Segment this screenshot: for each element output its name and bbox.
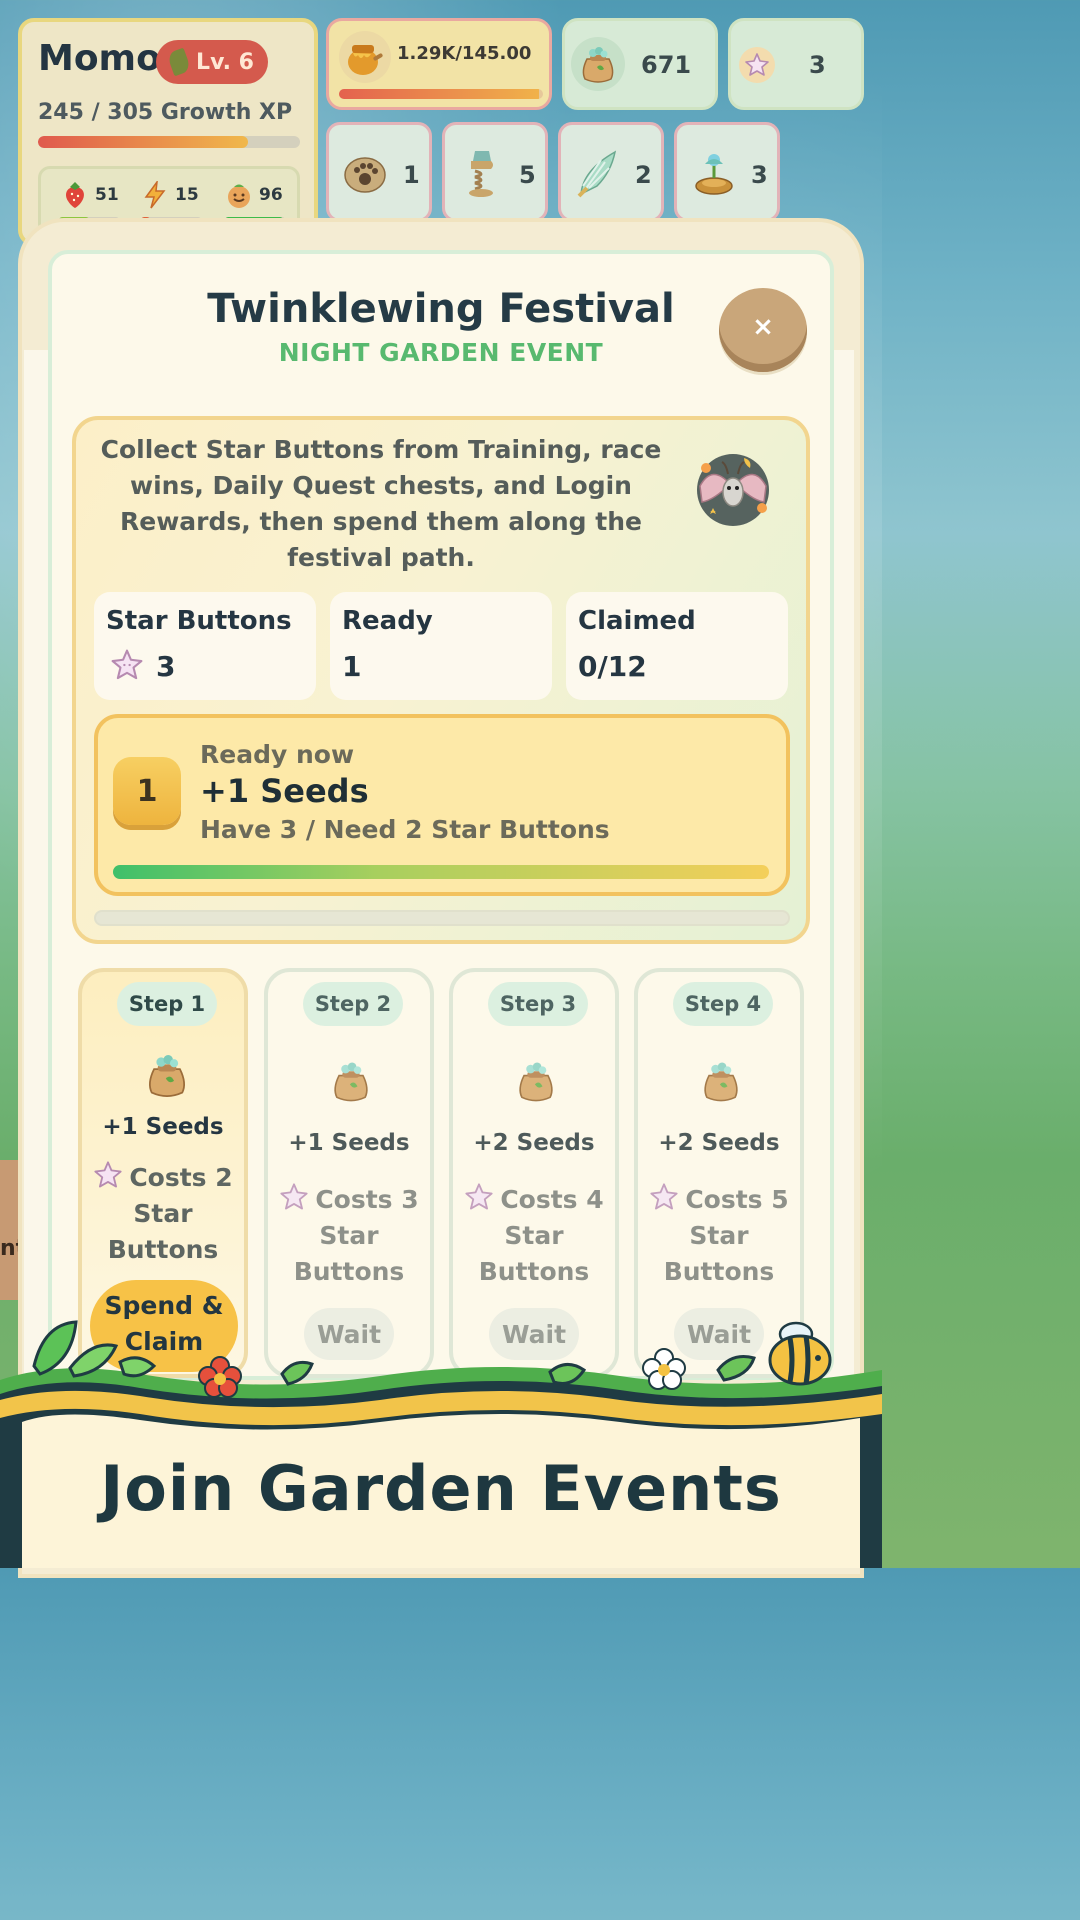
seeds-resource-card[interactable]: 671 [562,18,718,110]
bee-icon [768,1321,832,1386]
star-button-icon [110,648,144,686]
item-card-flower-disc[interactable]: 3 [674,122,780,222]
star-buttons-count: 3 [809,51,826,79]
stat-box-value: 0/12 [578,650,647,683]
flower-disc-icon [689,147,739,199]
growth-xp-text: 245 / 305 Growth XP [38,100,293,125]
leaf-icon [166,47,192,77]
stat-happiness: 96 [225,181,283,209]
star-buttons-resource-card[interactable]: 3 [728,18,864,110]
seed-bag-icon [571,37,625,91]
honey-pot-icon [339,31,391,83]
red-flower-icon [198,1356,242,1398]
garden-banner [0,1320,882,1568]
star-button-icon [739,47,775,83]
stat-value: 96 [259,185,283,205]
profile-card[interactable]: Momo Lv. 6 245 / 305 Growth XP 51 15 96 [18,18,318,246]
honey-fill [339,89,539,99]
stat-box-value: 3 [156,650,176,683]
ready-label: Ready now [200,740,355,769]
white-flower-icon [642,1348,686,1390]
honey-resource-card[interactable]: 1.29K/145.00 [326,18,552,110]
growth-xp-bar [38,136,300,148]
wing-icon [573,147,623,199]
stat-box-star-buttons: Star Buttons 3 [94,592,316,700]
happy-face-icon [225,181,253,209]
level-badge: Lv. 6 [156,40,268,84]
step-cost: Costs 2 Star Buttons [82,1160,244,1268]
item-count: 2 [635,161,652,189]
step-chip: Step 3 [488,982,588,1026]
lightning-icon [141,181,169,209]
stat-box-label: Claimed [578,606,696,636]
strawberry-icon [61,181,89,209]
stat-hunger: 51 [61,181,119,209]
step-cost: Costs 3 Star Buttons [268,1182,430,1290]
star-button-icon [93,1160,123,1190]
step-reward: +2 Seeds [473,1130,595,1156]
stat-box-value: 1 [342,650,362,683]
star-button-icon [649,1182,679,1212]
item-count: 3 [751,161,768,189]
ready-count-badge: 1 [113,757,181,825]
honey-bar [339,89,543,99]
ready-requirement: Have 3 / Need 2 Star Buttons [200,815,610,844]
item-card-wing[interactable]: 2 [558,122,664,222]
step-reward: +1 Seeds [288,1130,410,1156]
seeds-count: 671 [641,51,692,79]
step-cost: Costs 4 Star Buttons [453,1182,615,1290]
stat-value: 15 [175,185,199,205]
step-cost: Costs 5 Star Buttons [638,1182,800,1290]
item-count: 1 [403,161,420,189]
step-cost-text: Costs 5 Star Buttons [663,1185,789,1286]
item-count: 5 [519,161,536,189]
moth-fairy-icon [692,450,774,530]
close-icon: × [752,312,774,342]
spring-boots-icon [457,147,505,199]
stat-value: 51 [95,185,119,205]
stat-box-ready: Ready 1 [330,592,552,700]
step-chip: Step 1 [117,982,217,1026]
ready-reward-title: +1 Seeds [200,772,369,810]
step-reward: +1 Seeds [102,1114,224,1140]
close-button[interactable]: × [719,288,807,372]
seed-bag-icon [511,1056,565,1112]
ready-progress-bar [113,865,769,879]
stat-box-label: Star Buttons [106,606,292,636]
step-chip: Step 2 [303,982,403,1026]
festival-path-progress [94,910,790,926]
seed-bag-icon [696,1056,750,1112]
item-card-spring-boots[interactable]: 5 [442,122,548,222]
seed-bag-icon [140,1048,194,1104]
item-card-paw-stone[interactable]: 1 [326,122,432,222]
star-button-icon [464,1182,494,1212]
seed-bag-icon [326,1056,380,1112]
stat-energy: 15 [141,181,199,209]
honey-amount: 1.29K/145.00 [397,43,532,64]
step-reward: +2 Seeds [658,1130,780,1156]
step-cost-text: Costs 3 Star Buttons [293,1185,419,1286]
step-cost-text: Costs 2 Star Buttons [107,1163,233,1264]
pet-name: Momo [38,38,161,79]
step-cost-text: Costs 4 Star Buttons [478,1185,604,1286]
level-label: Lv. 6 [196,49,254,75]
growth-xp-fill [38,136,248,148]
paw-stone-icon [341,149,389,197]
stat-box-label: Ready [342,606,433,636]
stat-box-claimed: Claimed 0/12 [566,592,788,700]
banner-title: Join Garden Events [100,1452,782,1525]
event-description: Collect Star Buttons from Training, race… [100,435,662,572]
step-chip: Step 4 [673,982,773,1026]
star-button-icon [279,1182,309,1212]
